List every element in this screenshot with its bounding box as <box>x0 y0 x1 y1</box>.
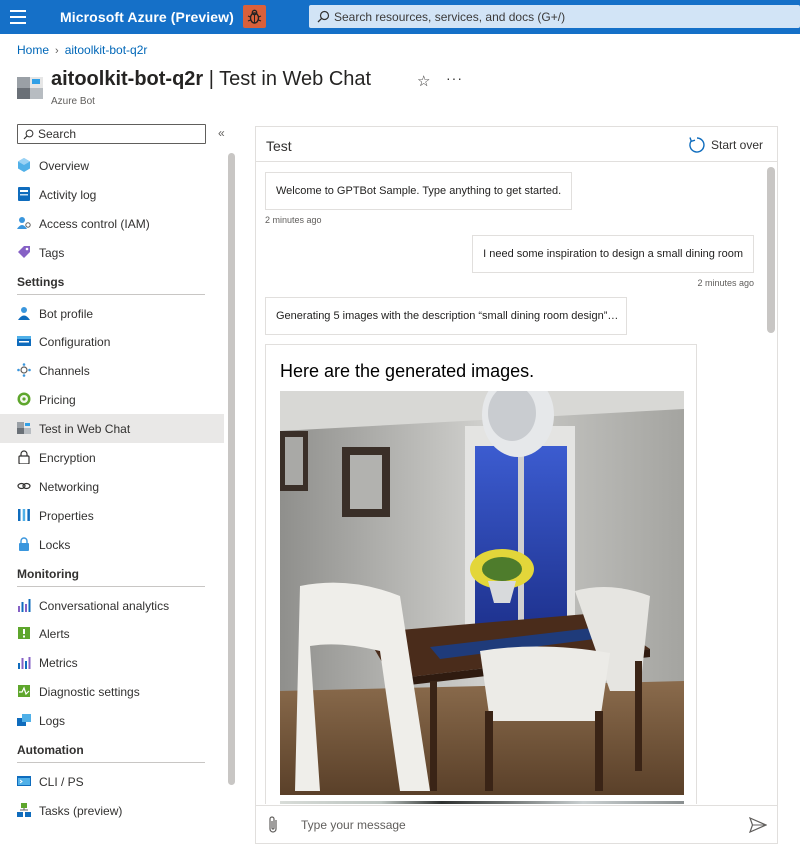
portal-brand[interactable]: Microsoft Azure (Preview) <box>60 9 234 25</box>
blade-name: Test in Web Chat <box>219 68 372 90</box>
resource-menu: Overview Activity log Access control (IA… <box>0 151 224 825</box>
search-icon <box>317 10 330 23</box>
section-settings: Settings <box>0 267 224 299</box>
resource-name: aitoolkit-bot-q2r <box>51 68 204 90</box>
lock-icon <box>18 450 30 465</box>
nav-item-overview[interactable]: Overview <box>0 151 224 180</box>
user-message: I need some inspiration to design a smal… <box>472 235 754 273</box>
chat-composer <box>256 805 777 843</box>
message-timestamp: 2 minutes ago <box>265 215 322 225</box>
nav-item-networking[interactable]: Networking <box>0 472 224 501</box>
channels-icon <box>17 363 31 378</box>
chat-transcript: Welcome to GPTBot Sample. Type anything … <box>256 163 763 804</box>
section-divider <box>17 585 205 587</box>
nav-item-tags[interactable]: Tags <box>0 238 224 267</box>
generated-image-2[interactable] <box>280 801 684 804</box>
image-card: Here are the generated images. <box>265 344 697 804</box>
nav-item-conversational-analytics[interactable]: Conversational analytics <box>0 591 224 620</box>
favorite-star-icon[interactable]: ☆ <box>417 72 430 90</box>
properties-icon <box>18 508 30 521</box>
web-chat-panel: Test Start over Welcome to GPTBot Sample… <box>255 126 778 844</box>
section-divider <box>17 293 205 295</box>
start-over-label: Start over <box>711 138 764 152</box>
section-divider <box>17 762 205 764</box>
nav-item-activity-log[interactable]: Activity log <box>0 180 224 209</box>
bot-message: Generating 5 images with the description… <box>265 297 628 335</box>
overview-icon <box>18 158 30 172</box>
iam-icon <box>17 216 31 229</box>
bug-icon[interactable] <box>243 5 266 28</box>
nav-item-bot-profile[interactable]: Bot profile <box>0 299 224 328</box>
analytics-icon <box>18 598 31 612</box>
message-input[interactable] <box>301 816 721 834</box>
nav-item-tasks[interactable]: Tasks (preview) <box>0 796 224 825</box>
pricing-icon <box>17 392 31 406</box>
breadcrumb-resource-link[interactable]: aitoolkit-bot-q2r <box>65 43 148 57</box>
nav-item-logs[interactable]: Logs <box>0 706 224 735</box>
diagnostic-icon <box>18 685 30 698</box>
azure-bot-icon <box>17 75 43 101</box>
resource-type: Azure Bot <box>51 96 95 107</box>
metrics-icon <box>18 657 31 670</box>
breadcrumb: Home › aitoolkit-bot-q2r <box>17 43 147 57</box>
attachment-icon[interactable] <box>266 815 280 835</box>
tag-icon <box>18 245 30 258</box>
chat-scrollbar-thumb[interactable] <box>767 167 775 333</box>
chat-title: Test <box>266 138 292 154</box>
web-chat-icon <box>17 422 31 435</box>
activity-log-icon <box>18 186 30 201</box>
nav-item-locks[interactable]: Locks <box>0 530 224 559</box>
title-separator: | <box>203 68 220 90</box>
nav-item-configuration[interactable]: Configuration <box>0 327 224 356</box>
locks-icon <box>19 537 29 551</box>
menu-search[interactable] <box>17 124 206 144</box>
more-options-icon[interactable]: ··· <box>446 70 463 86</box>
chat-header: Test Start over <box>256 127 777 162</box>
search-icon <box>23 129 34 140</box>
bot-message: Welcome to GPTBot Sample. Type anything … <box>265 172 573 210</box>
page-title: aitoolkit-bot-q2r | Test in Web Chat <box>51 68 371 91</box>
nav-item-encryption[interactable]: Encryption <box>0 443 224 472</box>
section-automation: Automation <box>0 735 224 767</box>
global-search[interactable] <box>309 5 800 28</box>
nav-item-metrics[interactable]: Metrics <box>0 648 224 677</box>
nav-item-alerts[interactable]: Alerts <box>0 619 224 648</box>
cli-icon <box>17 776 31 787</box>
nav-item-diagnostic-settings[interactable]: Diagnostic settings <box>0 677 224 706</box>
nav-item-channels[interactable]: Channels <box>0 356 224 385</box>
nav-item-access-control[interactable]: Access control (IAM) <box>0 209 224 238</box>
top-bar: Microsoft Azure (Preview) <box>0 0 800 34</box>
logs-icon <box>17 714 31 727</box>
menu-scrollbar-thumb[interactable] <box>228 153 235 785</box>
chevron-right-icon: › <box>55 45 59 57</box>
breadcrumb-home-link[interactable]: Home <box>17 43 49 57</box>
alerts-icon <box>18 627 30 640</box>
hamburger-menu-icon[interactable] <box>10 10 26 24</box>
tasks-icon <box>17 802 31 817</box>
networking-icon <box>17 482 31 490</box>
send-icon[interactable] <box>749 817 767 833</box>
nav-item-pricing[interactable]: Pricing <box>0 385 224 414</box>
collapse-menu-icon[interactable]: « <box>218 126 225 140</box>
card-title: Here are the generated images. <box>280 361 535 381</box>
nav-item-cli-ps[interactable]: CLI / PS <box>0 767 224 796</box>
refresh-icon <box>689 137 705 153</box>
message-timestamp: 2 minutes ago <box>697 278 754 288</box>
global-search-input[interactable] <box>334 7 784 26</box>
configuration-icon <box>17 336 31 347</box>
nav-item-properties[interactable]: Properties <box>0 501 224 530</box>
bot-profile-icon <box>18 306 30 320</box>
menu-search-input[interactable] <box>38 126 198 142</box>
nav-item-test-in-web-chat[interactable]: Test in Web Chat <box>0 414 224 444</box>
section-monitoring: Monitoring <box>0 559 224 591</box>
generated-dining-room-image[interactable] <box>280 391 684 795</box>
